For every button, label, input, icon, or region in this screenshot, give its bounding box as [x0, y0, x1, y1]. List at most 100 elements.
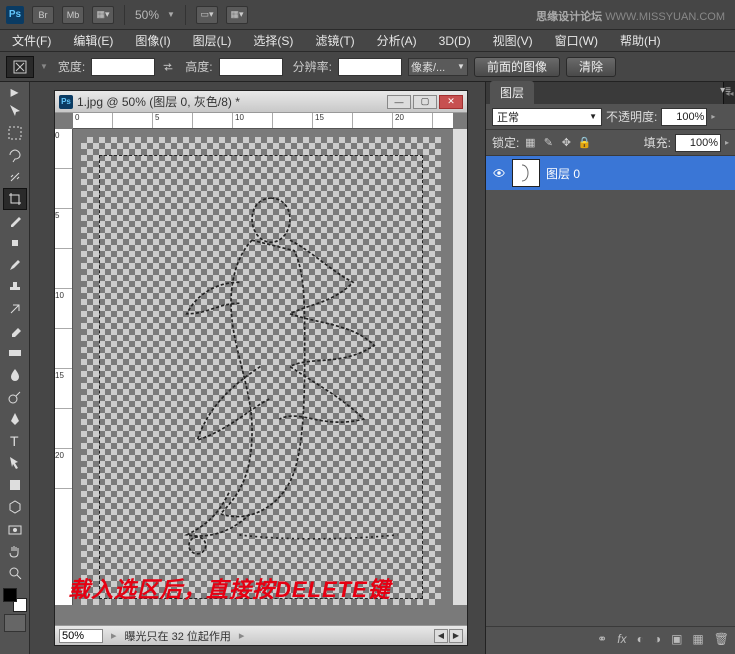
ruler-horizontal[interactable]: 0510152025	[73, 113, 453, 129]
options-bar: ▼ 宽度: 高度: 分辨率: 像素/...▼ 前面的图像 清除	[0, 52, 735, 82]
shape-tool[interactable]	[3, 474, 27, 496]
menubar: 文件(F) 编辑(E) 图像(I) 图层(L) 选择(S) 滤镜(T) 分析(A…	[0, 30, 735, 52]
history-brush-tool[interactable]	[3, 298, 27, 320]
minimize-button[interactable]: —	[387, 95, 411, 109]
mask-icon[interactable]: ◐	[637, 632, 644, 646]
view-extras-button[interactable]: ▭▾	[196, 6, 218, 24]
lock-position-icon[interactable]: ✥	[559, 136, 573, 150]
document-title: 1.jpg @ 50% (图层 0, 灰色/8) *	[77, 93, 240, 110]
new-layer-icon[interactable]: ▦	[692, 632, 703, 646]
layer-name: 图层 0	[546, 165, 580, 182]
visibility-icon[interactable]	[492, 166, 506, 180]
type-tool[interactable]: T	[3, 430, 27, 452]
resolution-field[interactable]	[338, 58, 402, 76]
menu-view[interactable]: 视图(V)	[489, 30, 537, 51]
canvas[interactable]	[81, 137, 441, 605]
eyedropper-tool[interactable]	[3, 210, 27, 232]
hand-tool[interactable]	[3, 540, 27, 562]
layer-item[interactable]: 图层 0	[486, 156, 735, 190]
scrollbar-vertical[interactable]	[453, 129, 467, 605]
width-label: 宽度:	[58, 58, 85, 75]
toolbox: ▸ T	[0, 82, 30, 654]
eraser-tool[interactable]	[3, 320, 27, 342]
wand-tool[interactable]	[3, 166, 27, 188]
menu-filter[interactable]: 滤镜(T)	[311, 30, 358, 51]
menu-edit[interactable]: 编辑(E)	[69, 30, 117, 51]
prev-button[interactable]: ◀	[434, 629, 448, 643]
healing-tool[interactable]	[3, 232, 27, 254]
next-button[interactable]: ▶	[449, 629, 463, 643]
height-field[interactable]	[219, 58, 283, 76]
menu-select[interactable]: 选择(S)	[249, 30, 297, 51]
move-tool[interactable]	[3, 100, 27, 122]
minibridge-button[interactable]: Mb	[62, 6, 84, 24]
layers-footer: ⚭ fx ◐ ◑ ▣ ▦ 🗑	[486, 626, 735, 650]
lock-all-icon[interactable]: 🔒	[577, 136, 591, 150]
unit-dropdown[interactable]: 像素/...▼	[408, 58, 468, 76]
swap-icon[interactable]	[161, 60, 175, 74]
blend-mode-dropdown[interactable]: 正常▼	[492, 108, 602, 126]
maximize-button[interactable]: ▢	[413, 95, 437, 109]
artwork	[131, 177, 411, 577]
dodge-tool[interactable]	[3, 386, 27, 408]
document-titlebar[interactable]: Ps 1.jpg @ 50% (图层 0, 灰色/8) * — ▢ ✕	[55, 91, 467, 113]
menu-window[interactable]: 窗口(W)	[551, 30, 602, 51]
zoom-tool[interactable]	[3, 562, 27, 584]
color-swatches[interactable]	[3, 588, 27, 612]
resolution-label: 分辨率:	[293, 58, 332, 75]
fx-icon[interactable]: fx	[617, 632, 626, 646]
status-bar: ▸ 曝光只在 32 位起作用 ▸ ◀ ▶	[55, 625, 467, 645]
layers-panel: ◂◂ 图层 ▾≡ 正常▼ 不透明度: ▸ 锁定: ▦ ✎ ✥ 🔒 填充: ▸	[485, 82, 735, 654]
crop-tool[interactable]	[3, 188, 27, 210]
menu-layer[interactable]: 图层(L)	[189, 30, 236, 51]
app-topbar: Ps Br Mb ▦▾ 50% ▼ ▭▾ ▦▾ 思缘设计论坛 WWW.MISSY…	[0, 0, 735, 30]
zoom-level[interactable]: 50%	[135, 8, 159, 22]
gradient-tool[interactable]	[3, 342, 27, 364]
screen-mode-button[interactable]: ▦▾	[92, 6, 114, 24]
close-button[interactable]: ✕	[439, 95, 463, 109]
stamp-tool[interactable]	[3, 276, 27, 298]
menu-3d[interactable]: 3D(D)	[435, 32, 475, 50]
camera-tool[interactable]	[3, 518, 27, 540]
svg-text:T: T	[10, 433, 19, 449]
adjustment-icon[interactable]: ◑	[654, 632, 661, 646]
height-label: 高度:	[185, 58, 212, 75]
width-field[interactable]	[91, 58, 155, 76]
marquee-tool[interactable]	[3, 122, 27, 144]
zoom-field[interactable]	[59, 629, 103, 643]
annotation-text: 载入选区后，直接按DELETE键	[68, 572, 391, 604]
collapse-icon[interactable]: ▸	[9, 86, 21, 98]
quickmask-button[interactable]	[4, 614, 26, 632]
3d-tool[interactable]	[3, 496, 27, 518]
brush-tool[interactable]	[3, 254, 27, 276]
fill-label: 填充:	[644, 134, 671, 151]
lock-label: 锁定:	[492, 134, 519, 151]
pen-tool[interactable]	[3, 408, 27, 430]
lasso-tool[interactable]	[3, 144, 27, 166]
lock-transparent-icon[interactable]: ▦	[523, 136, 537, 150]
tool-preset[interactable]	[6, 56, 34, 78]
opacity-field[interactable]	[661, 108, 707, 126]
layers-tab[interactable]: 图层	[490, 81, 534, 104]
link-icon[interactable]: ⚭	[597, 632, 607, 646]
panel-menu-icon[interactable]: ▾≡	[720, 85, 731, 96]
menu-image[interactable]: 图像(I)	[131, 30, 174, 51]
menu-analysis[interactable]: 分析(A)	[373, 30, 421, 51]
bridge-button[interactable]: Br	[32, 6, 54, 24]
opacity-label: 不透明度:	[606, 108, 657, 125]
status-text: 曝光只在 32 位起作用	[125, 628, 231, 644]
delete-icon[interactable]: 🗑	[714, 632, 729, 646]
clear-button[interactable]: 清除	[566, 57, 616, 77]
front-image-button[interactable]: 前面的图像	[474, 57, 560, 77]
arrange-button[interactable]: ▦▾	[226, 6, 248, 24]
ruler-vertical[interactable]: 05101520	[55, 129, 73, 605]
doc-icon: Ps	[59, 95, 73, 109]
menu-file[interactable]: 文件(F)	[8, 30, 55, 51]
menu-help[interactable]: 帮助(H)	[616, 30, 665, 51]
layer-thumbnail[interactable]	[512, 159, 540, 187]
fill-field[interactable]	[675, 134, 721, 152]
path-tool[interactable]	[3, 452, 27, 474]
group-icon[interactable]: ▣	[671, 632, 682, 646]
blur-tool[interactable]	[3, 364, 27, 386]
lock-paint-icon[interactable]: ✎	[541, 136, 555, 150]
